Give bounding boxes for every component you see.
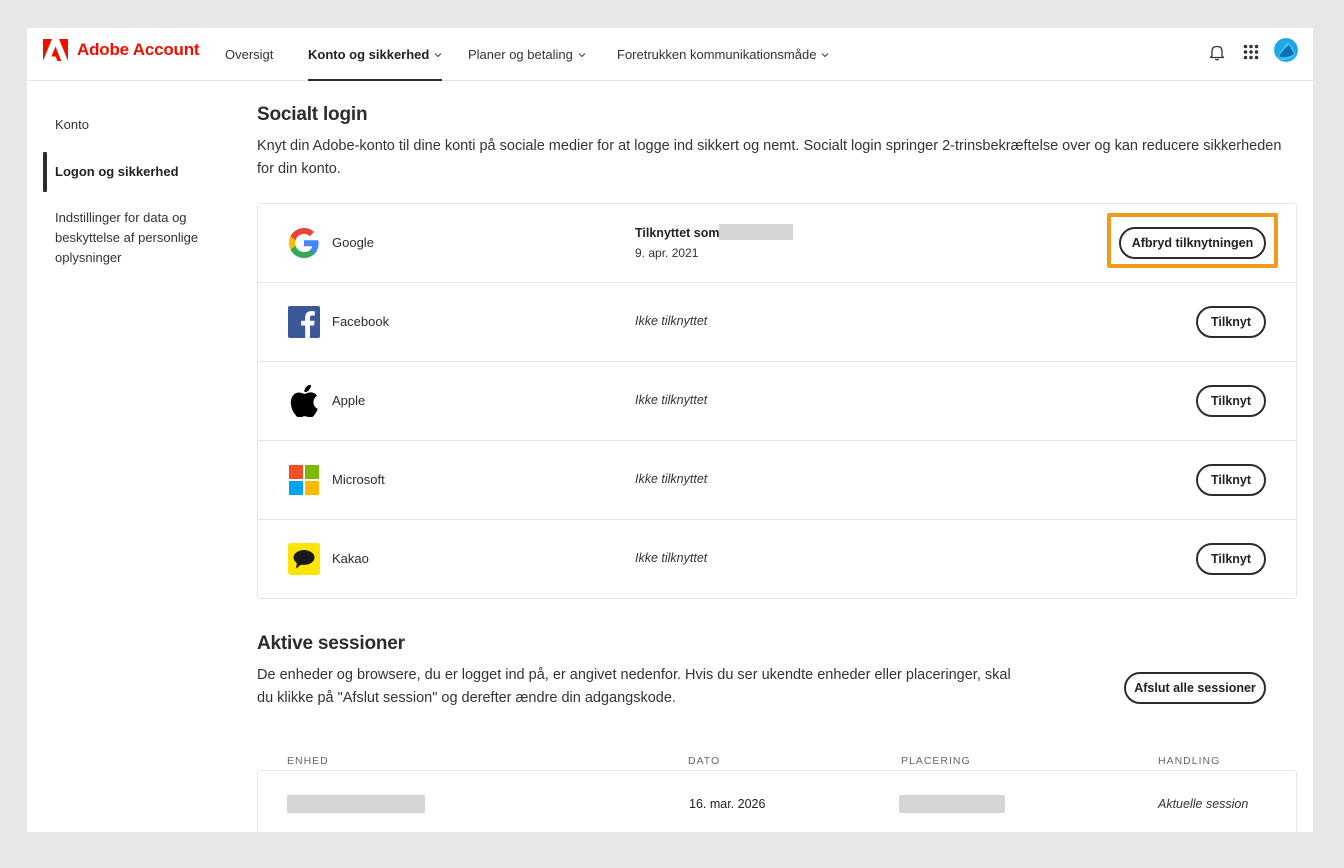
apps-grid-icon[interactable] — [1240, 41, 1262, 63]
nav-label: Planer og betaling — [468, 47, 573, 62]
connect-facebook-button[interactable]: Tilknyt — [1196, 306, 1266, 338]
social-login-title: Socialt login — [257, 104, 368, 125]
disconnect-google-button[interactable]: Afbryd tilknytningen — [1119, 227, 1266, 259]
provider-name: Microsoft — [332, 472, 385, 487]
nav-oversigt[interactable]: Oversigt — [225, 28, 273, 81]
provider-status: Ikke tilknyttet — [635, 393, 708, 407]
sidebar-item-label: Konto — [55, 117, 89, 132]
google-icon — [288, 227, 320, 259]
provider-row-facebook: Facebook Ikke tilknyttet Tilknyt — [258, 283, 1296, 362]
active-sessions-description: De enheder og browsere, du er logget ind… — [257, 667, 1011, 706]
sidebar-item-data-privacy[interactable]: Indstillinger for data og beskyttelse af… — [55, 208, 205, 268]
brand-name: Adobe Account — [77, 40, 200, 59]
nav-label: Oversigt — [225, 47, 274, 62]
microsoft-icon — [288, 464, 320, 496]
provider-row-kakao: Kakao Ikke tilknyttet Tilknyt — [258, 520, 1296, 599]
session-action-status: Aktuelle session — [1158, 797, 1249, 811]
provider-name: Facebook — [332, 314, 390, 329]
column-header-location: PLACERING — [901, 755, 971, 767]
apple-icon — [288, 385, 320, 417]
chevron-down-icon — [578, 52, 586, 57]
provider-status: Ikke tilknyttet — [635, 472, 708, 486]
sidebar-item-logon-og-sikkerhed[interactable]: Logon og sikkerhed — [55, 162, 179, 182]
chevron-down-icon — [434, 52, 442, 57]
social-login-description: Knyt din Adobe-konto til dine konti på s… — [257, 138, 1282, 177]
nav-label: Foretrukken kommunikationsmåde — [617, 47, 817, 62]
provider-name: Apple — [332, 393, 366, 408]
provider-name: Kakao — [332, 551, 369, 566]
nav-planer-og-betaling[interactable]: Planer og betaling — [468, 28, 586, 81]
column-header-device: ENHED — [287, 755, 329, 767]
connect-microsoft-button[interactable]: Tilknyt — [1196, 464, 1266, 496]
app-window: Adobe Account Oversigt Konto og sikkerhe… — [27, 28, 1313, 832]
provider-row-apple: Apple Ikke tilknyttet Tilknyt — [258, 362, 1296, 441]
adobe-brand[interactable]: Adobe Account — [43, 39, 200, 61]
column-header-date: DATO — [688, 755, 721, 767]
column-header-action: HANDLING — [1158, 755, 1221, 767]
nav-foretrukken-kommunikation[interactable]: Foretrukken kommunikationsmåde — [617, 28, 829, 81]
avatar[interactable] — [1274, 38, 1298, 62]
redacted-location — [899, 795, 1005, 813]
redacted-account-name — [719, 224, 793, 240]
provider-status: Ikke tilknyttet — [635, 551, 708, 565]
sessions-table: 16. mar. 2026 Aktuelle session — [257, 770, 1297, 832]
provider-status: Tilknyttet som — [635, 226, 720, 240]
connect-kakao-button[interactable]: Tilknyt — [1196, 543, 1266, 575]
sidebar-item-label: Indstillinger for data og beskyttelse af… — [55, 210, 199, 265]
facebook-icon — [288, 306, 320, 338]
sidebar-item-konto[interactable]: Konto — [55, 115, 89, 135]
session-date: 16. mar. 2026 — [689, 797, 766, 811]
connect-apple-button[interactable]: Tilknyt — [1196, 385, 1266, 417]
provider-status: Ikke tilknyttet — [635, 314, 708, 328]
provider-row-google: Google Tilknyttet som 9. apr. 2021 Afbry… — [258, 204, 1296, 283]
provider-name: Google — [332, 235, 374, 250]
provider-row-microsoft: Microsoft Ikke tilknyttet Tilknyt — [258, 441, 1296, 520]
sidebar-active-indicator — [43, 152, 47, 192]
social-providers-list: Google Tilknyttet som 9. apr. 2021 Afbry… — [257, 203, 1297, 599]
adobe-logo-icon — [43, 39, 68, 61]
nav-konto-og-sikkerhed[interactable]: Konto og sikkerhed — [308, 28, 443, 81]
kakao-icon — [288, 543, 320, 575]
top-navigation: Adobe Account Oversigt Konto og sikkerhe… — [27, 28, 1313, 81]
bell-icon[interactable] — [1206, 41, 1228, 63]
sidebar-item-label: Logon og sikkerhed — [55, 164, 179, 179]
provider-connected-date: 9. apr. 2021 — [635, 246, 699, 260]
active-sessions-title: Aktive sessioner — [257, 633, 405, 654]
nav-label: Konto og sikkerhed — [308, 47, 430, 62]
chevron-down-icon — [822, 52, 829, 57]
end-all-sessions-button[interactable]: Afslut alle sessioner — [1124, 672, 1266, 704]
redacted-device-name — [287, 795, 425, 813]
